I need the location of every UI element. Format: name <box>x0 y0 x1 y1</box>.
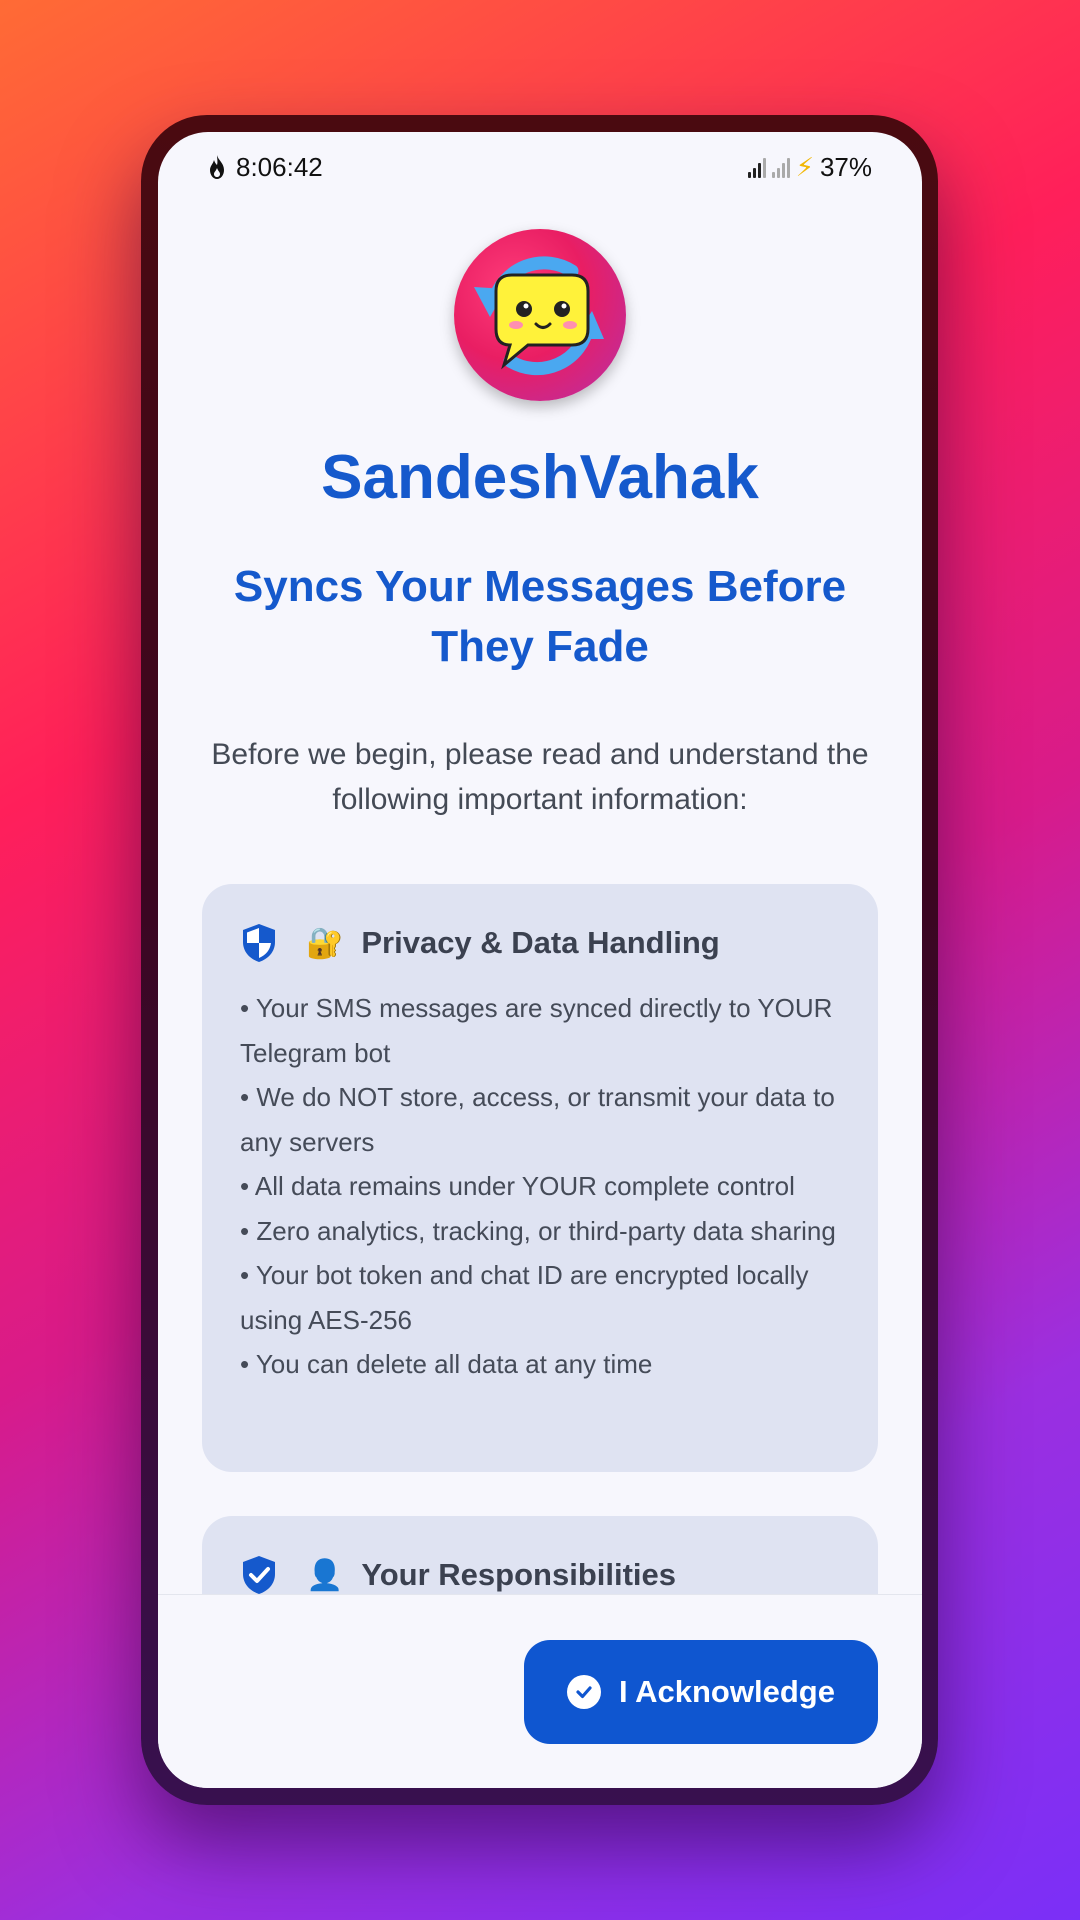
list-item: • You can delete all data at any time <box>240 1349 653 1379</box>
list-item: • We do NOT store, access, or transmit y… <box>240 1082 835 1157</box>
privacy-card-title: Privacy & Data Handling <box>361 925 720 960</box>
responsibilities-card-header: 👤 Your Responsibilities <box>240 1554 842 1596</box>
app-tagline: Syncs Your Messages Before They Fade <box>233 562 847 671</box>
list-item: • Your bot token and chat ID are encrypt… <box>240 1260 809 1335</box>
acknowledge-button[interactable]: I Acknowledge <box>524 1640 878 1744</box>
list-item: • Your SMS messages are synced directly … <box>240 993 833 1068</box>
person-icon: 👤 <box>306 1558 344 1592</box>
responsibilities-card-title: Your Responsibilities <box>361 1557 677 1592</box>
check-circle-icon <box>567 1675 602 1709</box>
app-logo <box>454 229 626 401</box>
intro-text: Before we begin, please read and underst… <box>211 738 869 816</box>
privacy-bullet-list: • Your SMS messages are synced directly … <box>240 986 842 1387</box>
list-item: • All data remains under YOUR complete c… <box>240 1171 795 1201</box>
flame-icon <box>210 155 224 179</box>
shield-icon <box>243 924 275 962</box>
privacy-card-header: 🔐 Privacy & Data Handling <box>240 922 842 964</box>
privacy-card: 🔐 Privacy & Data Handling • Your SMS mes… <box>202 884 878 1472</box>
status-bar: 8:06:42 ⚡ 37% <box>158 132 922 188</box>
list-item: • Zero analytics, tracking, or third-par… <box>240 1215 836 1246</box>
charging-icon: ⚡ <box>795 151 814 182</box>
signal-strength-secondary-icon <box>771 156 790 178</box>
acknowledge-button-label: I Acknowledge <box>619 1674 835 1709</box>
lock-key-icon: 🔐 <box>306 926 344 960</box>
app-screen: 8:06:42 ⚡ 37% SandeshVahak Syncs Your Me… <box>158 132 922 1788</box>
app-title: SandeshVahak <box>321 443 759 512</box>
chat-sync-icon <box>474 256 604 376</box>
signal-strength-icon <box>747 156 766 178</box>
battery-percent: 37% <box>819 151 872 182</box>
shield-check-icon <box>243 1556 275 1594</box>
status-time: 8:06:42 <box>236 151 323 182</box>
